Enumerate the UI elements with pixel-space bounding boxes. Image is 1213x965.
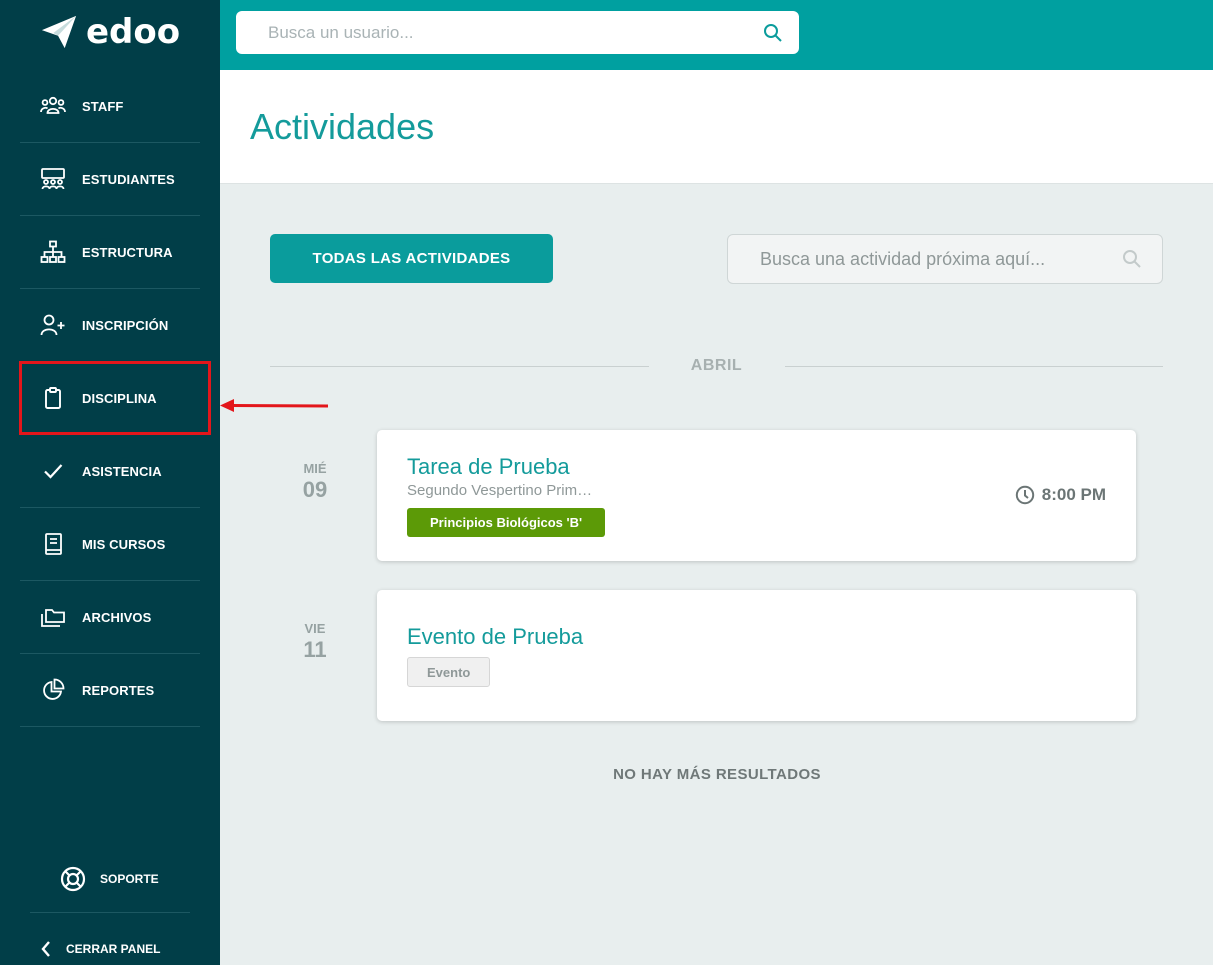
sidebar-item-staff[interactable]: STAFF	[20, 70, 200, 143]
students-icon	[40, 166, 66, 192]
chevron-left-icon	[41, 941, 50, 957]
divider-line	[784, 365, 1163, 367]
sidebar-item-inscripcion[interactable]: INSCRIPCIÓN	[20, 289, 200, 362]
sidebar-item-estructura[interactable]: ESTRUCTURA	[20, 216, 200, 289]
day-number: 09	[302, 477, 328, 502]
user-search-box	[236, 11, 799, 54]
sidebar-item-label: ARCHIVOS	[82, 609, 152, 625]
day-of-week: MIÉ	[303, 461, 327, 476]
all-activities-button[interactable]: TODAS LAS ACTIVIDADES	[270, 234, 553, 283]
paper-plane-icon	[41, 15, 77, 49]
sidebar-item-label: ASISTENCIA	[82, 463, 162, 479]
activity-card[interactable]: Tarea de Prueba Segundo Vespertino Prima…	[377, 430, 1136, 561]
sidebar-item-mis-cursos[interactable]: MIS CURSOS	[20, 508, 200, 581]
pie-chart-icon	[40, 677, 66, 703]
user-search-input[interactable]	[268, 22, 763, 43]
activity-date: VIE 11	[275, 621, 355, 663]
clock-icon	[1015, 485, 1034, 505]
close-panel-label: CERRAR PANEL	[66, 942, 161, 956]
support-label: SOPORTE	[100, 871, 159, 886]
topbar	[220, 0, 1213, 70]
checkmark-icon	[40, 458, 66, 484]
divider-line	[270, 365, 649, 367]
activity-search-box	[727, 234, 1163, 284]
logo[interactable]: edoo	[40, 12, 180, 52]
lifebuoy-icon	[60, 866, 86, 891]
sidebar-item-archivos[interactable]: ARCHIVOS	[20, 581, 200, 654]
book-icon	[40, 531, 66, 557]
folder-icon	[40, 604, 66, 630]
type-tag: Evento	[407, 657, 491, 687]
activity-time: 8:00 PM	[1015, 485, 1106, 505]
time-label: 8:00 PM	[1041, 485, 1106, 504]
no-more-results: NO HAY MÁS RESULTADOS	[613, 766, 821, 783]
month-divider: ABRIL	[270, 352, 1163, 380]
support-button[interactable]: SOPORTE	[30, 845, 190, 913]
sidebar-item-asistencia[interactable]: ASISTENCIA	[20, 435, 200, 508]
sidebar-item-label: INSCRIPCIÓN	[82, 317, 169, 333]
structure-icon	[40, 239, 66, 265]
sidebar-item-estudiantes[interactable]: ESTUDIANTES	[20, 143, 200, 216]
close-panel-button[interactable]: CERRAR PANEL	[40, 934, 160, 964]
annotation-arrow	[220, 399, 329, 412]
day-of-week: VIE	[304, 621, 326, 636]
sidebar: edoo STAFF ESTUDIANTES ESTRUCTURA INSCRI…	[0, 0, 220, 965]
search-icon[interactable]	[763, 23, 783, 43]
activity-title[interactable]: Evento de Prueba	[407, 624, 583, 650]
sidebar-item-reportes[interactable]: REPORTES	[20, 654, 200, 727]
activity-date: MIÉ 09	[275, 461, 355, 503]
activity-card[interactable]: Evento de Prueba Evento	[377, 590, 1136, 721]
activity-search-input[interactable]	[760, 248, 1122, 270]
add-user-icon	[40, 312, 66, 338]
highlight-annotation	[19, 361, 211, 435]
activity-title[interactable]: Tarea de Prueba	[407, 454, 570, 480]
sidebar-item-label: STAFF	[82, 98, 124, 114]
course-tag: Principios Biológicos 'B'	[407, 508, 606, 537]
sidebar-item-label: REPORTES	[82, 682, 155, 698]
page-title: Actividades	[250, 106, 435, 147]
sidebar-item-label: ESTUDIANTES	[82, 171, 175, 187]
day-number: 11	[303, 637, 327, 662]
brand-name: edoo	[86, 12, 181, 52]
search-icon[interactable]	[1122, 249, 1142, 269]
staff-icon	[40, 93, 66, 119]
page-header: Actividades	[220, 70, 1213, 184]
sidebar-item-label: ESTRUCTURA	[82, 244, 173, 260]
month-label: ABRIL	[690, 357, 743, 374]
sidebar-item-label: MIS CURSOS	[82, 536, 166, 552]
activity-subtitle: Segundo Vespertino Primaria	[407, 482, 597, 499]
